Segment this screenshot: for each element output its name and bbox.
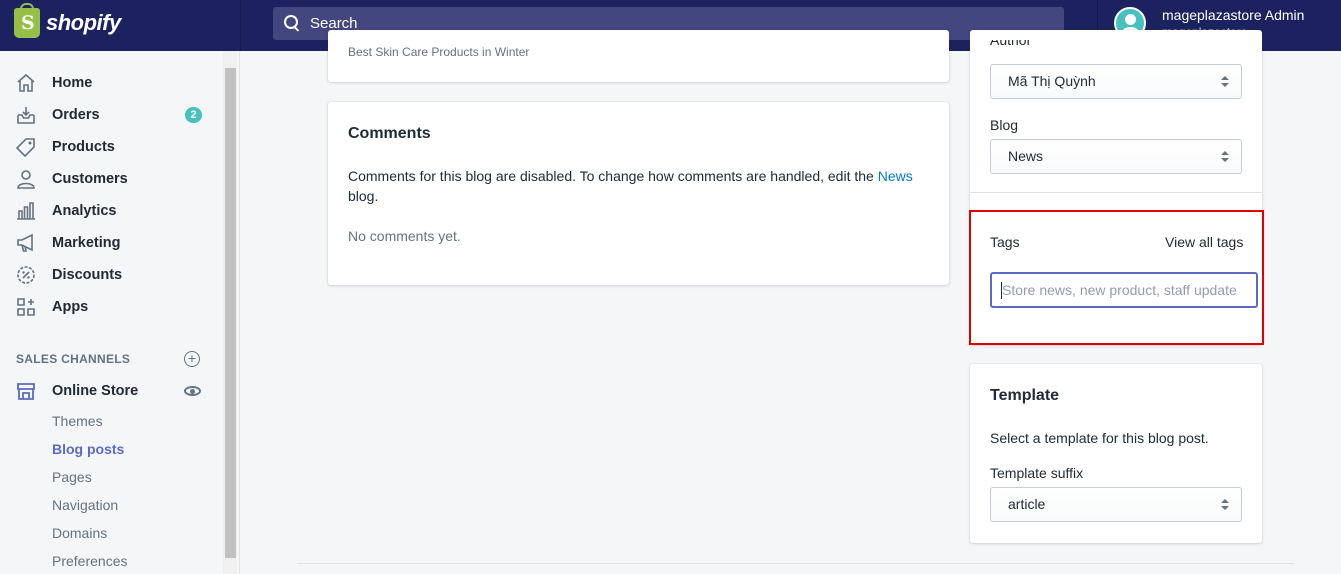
person-icon	[17, 170, 35, 189]
select-arrows-icon	[1221, 151, 1229, 163]
logo-text: shopify	[46, 10, 121, 35]
news-blog-link[interactable]: News	[878, 168, 913, 184]
template-suffix-label: Template suffix	[990, 465, 1084, 481]
sidebar-item-label: Discounts	[52, 267, 123, 283]
sidebar-item-home[interactable]: Home	[16, 71, 92, 95]
sidebar-item-label: Customers	[52, 171, 128, 187]
sidebar-item-marketing[interactable]: Marketing	[16, 231, 121, 255]
search-icon	[284, 15, 301, 32]
comments-card: Comments Comments for this blog are disa…	[328, 102, 949, 285]
sidebar-item-customers[interactable]: Customers	[16, 167, 128, 191]
store-icon	[17, 383, 35, 400]
apps-icon	[17, 298, 35, 316]
sidebar-item-label: Analytics	[52, 203, 117, 219]
comments-title: Comments	[348, 125, 431, 142]
sidebar-item-online-store[interactable]: Online Store	[16, 379, 138, 403]
select-arrows-icon	[1221, 76, 1229, 88]
comments-text-before: Comments for this blog are disabled. To …	[348, 168, 878, 184]
eye-icon[interactable]	[184, 386, 201, 396]
excerpt-text: Best Skin Care Products in Winter	[348, 45, 530, 59]
sidebar-item-label: Products	[52, 139, 115, 155]
highlight-box	[969, 210, 1264, 345]
select-arrows-icon	[1221, 499, 1229, 511]
tag-icon	[16, 138, 35, 157]
sidebar-subitem-domains[interactable]: Domains	[52, 525, 107, 541]
blog-label: Blog	[990, 117, 1019, 133]
template-suffix-value: article	[1008, 496, 1046, 512]
discount-icon	[17, 266, 35, 284]
bar-chart-icon	[17, 202, 35, 220]
orders-count-badge: 2	[185, 107, 202, 123]
sidebar-subitem-preferences[interactable]: Preferences	[52, 553, 127, 569]
sidebar-item-discounts[interactable]: Discounts	[16, 263, 122, 287]
topbar-divider	[240, 0, 241, 51]
page-divider	[297, 563, 1294, 564]
comments-disabled-text: Comments for this blog are disabled. To …	[348, 166, 928, 206]
template-suffix-select[interactable]: article	[990, 487, 1242, 522]
home-icon	[17, 73, 35, 92]
blog-select[interactable]: News	[990, 139, 1242, 174]
sidebar-item-analytics[interactable]: Analytics	[16, 199, 116, 223]
author-select[interactable]: Mã Thị Quỳnh	[990, 64, 1242, 99]
sidebar-subitem-themes[interactable]: Themes	[52, 413, 103, 429]
sidebar-item-label: Home	[52, 75, 93, 91]
author-label: Author	[990, 40, 1032, 48]
template-card: Template Select a template for this blog…	[970, 364, 1262, 543]
sidebar-item-label: Apps	[52, 299, 89, 315]
no-comments-text: No comments yet.	[348, 228, 461, 244]
blog-value: News	[1008, 148, 1044, 164]
shopify-logo[interactable]: S shopify	[14, 3, 121, 38]
sidebar-subitem-blog-posts[interactable]: Blog posts	[52, 441, 124, 457]
comments-text-after: blog.	[348, 188, 379, 204]
sidebar-subitem-pages[interactable]: Pages	[52, 469, 92, 485]
sidebar-subitem-navigation[interactable]: Navigation	[52, 497, 118, 513]
shopify-bag-icon: S	[14, 3, 40, 38]
sidebar-item-apps[interactable]: Apps	[16, 295, 88, 319]
user-name[interactable]: mageplazastore Admin	[1162, 7, 1304, 23]
sidebar-item-label: Online Store	[52, 383, 139, 399]
excerpt-card: Best Skin Care Products in Winter	[328, 30, 949, 82]
add-channel-icon[interactable]: +	[184, 351, 200, 367]
author-value: Mã Thị Quỳnh	[1008, 73, 1096, 89]
orders-icon	[17, 107, 35, 124]
template-title: Template	[990, 387, 1060, 404]
sidebar-scrollbar-thumb[interactable]	[225, 68, 236, 558]
sidebar-item-orders[interactable]: Orders	[16, 103, 100, 127]
megaphone-icon	[17, 233, 33, 252]
sidebar-item-label: Marketing	[52, 235, 121, 251]
divider	[970, 192, 1262, 193]
sidebar-item-label: Orders	[52, 107, 100, 123]
template-description: Select a template for this blog post.	[990, 430, 1209, 446]
sidebar-item-products[interactable]: Products	[16, 135, 115, 159]
sales-channels-title: SALES CHANNELS	[16, 352, 131, 366]
